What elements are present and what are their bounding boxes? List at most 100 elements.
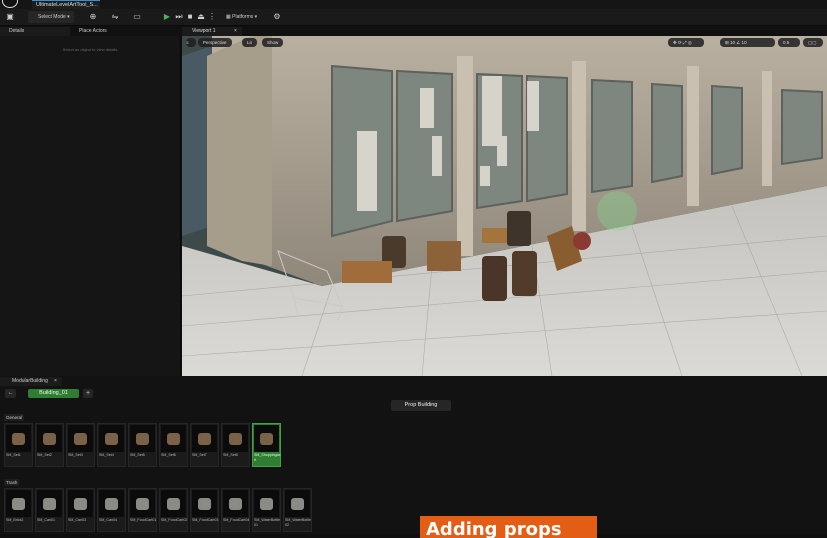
asset-preview-shape xyxy=(105,498,118,510)
asset-thumbnail[interactable]: SM_WaterBottle01 xyxy=(252,488,281,532)
maximize-icon[interactable]: ▢▢ xyxy=(803,38,823,47)
eject-icon[interactable]: ⏏ xyxy=(196,12,206,22)
document-tab[interactable]: UltimateLevelArtTool_S... xyxy=(32,0,100,9)
asset-preview-shape xyxy=(167,498,180,510)
asset-name: SM_Set3 xyxy=(68,453,83,457)
asset-name: SM_Can03 xyxy=(68,518,86,522)
settings-icon[interactable]: ⚙ xyxy=(272,12,282,22)
asset-preview-image xyxy=(223,490,248,517)
tab-place-actors-label: Place Actors xyxy=(79,28,107,34)
asset-preview-shape xyxy=(74,433,87,445)
close-icon[interactable]: × xyxy=(54,377,57,386)
details-empty-hint: Select an object to view details. xyxy=(62,47,119,52)
asset-preview-image xyxy=(37,490,62,517)
asset-preview-image xyxy=(68,425,93,452)
tab-modular-building[interactable]: ModularBuilding × xyxy=(0,377,62,386)
snap-settings[interactable]: ⊞ 10 ∠ 10 xyxy=(720,38,775,47)
close-icon[interactable]: × xyxy=(234,27,237,36)
group-general-label: General xyxy=(4,414,25,421)
asset-thumbnail[interactable]: SM_FoodCart02 xyxy=(159,488,188,532)
stop-icon[interactable]: ■ xyxy=(185,12,195,22)
asset-name: SM_Can04 xyxy=(99,518,117,522)
level-viewport[interactable] xyxy=(182,36,827,376)
asset-preview-image xyxy=(68,490,93,517)
asset-name: SM_FoodCart03 xyxy=(192,518,219,522)
asset-name: SM_Set5 xyxy=(130,453,145,457)
asset-preview-image xyxy=(223,425,248,452)
back-arrow-icon[interactable]: ← xyxy=(5,389,16,398)
asset-thumbnail[interactable]: SM_Set2 xyxy=(35,423,64,467)
asset-name: SM_Set6 xyxy=(161,453,176,457)
asset-preview-image xyxy=(192,490,217,517)
asset-preview-shape xyxy=(136,433,149,445)
asset-name: SM_Set8 xyxy=(223,453,238,457)
tab-details-label: Details xyxy=(9,28,25,34)
asset-name: SM_Can01 xyxy=(37,518,55,522)
asset-preview-shape xyxy=(229,498,242,510)
asset-thumbnail[interactable]: SM_Set1 xyxy=(4,423,33,467)
asset-thumbnail[interactable]: SM_Can01 xyxy=(35,488,64,532)
asset-thumbnail[interactable]: SM_FoodCart04 xyxy=(221,488,250,532)
transform-tools[interactable]: ✥ ⟳ ⤢ ◎ xyxy=(668,38,704,47)
asset-thumbnail[interactable]: SM_FoodCart03 xyxy=(190,488,219,532)
save-icon[interactable]: ▣ xyxy=(5,12,15,22)
perspective-button[interactable]: Perspective xyxy=(198,38,232,47)
asset-thumbnail[interactable]: SM_Set3 xyxy=(66,423,95,467)
asset-preview-image xyxy=(37,425,62,452)
asset-preview-image xyxy=(130,425,155,452)
asset-thumbnail[interactable]: SM_Set4 xyxy=(97,423,126,467)
asset-preview-image xyxy=(285,490,310,517)
asset-preview-shape xyxy=(260,433,273,445)
lit-label: Lit xyxy=(247,40,252,45)
tab-viewport[interactable]: Viewport 1 × xyxy=(182,27,242,36)
asset-name: SM_WaterBottle02 xyxy=(285,518,312,527)
asset-preview-image xyxy=(6,490,31,517)
asset-thumbnail[interactable]: SM_Can03 xyxy=(66,488,95,532)
add-content-icon[interactable]: ⊕ xyxy=(88,12,98,22)
add-building-button[interactable]: + xyxy=(83,389,93,398)
lit-button[interactable]: Lit xyxy=(242,38,257,47)
asset-preview-shape xyxy=(74,498,87,510)
asset-thumbnail[interactable]: SM_Set7 xyxy=(190,423,219,467)
asset-preview-shape xyxy=(43,498,56,510)
asset-thumbnail[interactable]: SM_Brick2 xyxy=(4,488,33,532)
asset-preview-shape xyxy=(229,433,242,445)
asset-thumbnail[interactable]: SM_Shoppingcart xyxy=(252,423,281,467)
asset-name: SM_FoodCart02 xyxy=(161,518,188,522)
play-button[interactable]: ▶ xyxy=(162,12,172,22)
asset-thumbnail[interactable]: SM_Can04 xyxy=(97,488,126,532)
camera-speed[interactable]: 0.5 xyxy=(778,38,800,47)
building-01-button[interactable]: Building_01 xyxy=(28,389,79,398)
show-button[interactable]: Show xyxy=(262,38,284,47)
prop-building-title: Prop Building xyxy=(391,400,451,411)
asset-preview-image xyxy=(161,490,186,517)
modular-building-tab-label: ModularBuilding xyxy=(12,378,48,384)
skip-icon[interactable]: ⏭ xyxy=(174,12,184,22)
asset-preview-shape xyxy=(12,498,25,510)
select-mode-label: Select Mode xyxy=(38,14,66,20)
main-toolbar xyxy=(0,9,827,26)
asset-thumbnail[interactable]: SM_Set6 xyxy=(159,423,188,467)
asset-name: SM_Set1 xyxy=(6,453,21,457)
tab-details[interactable]: Details xyxy=(0,27,70,36)
asset-thumbnail[interactable]: SM_WaterBottle02 xyxy=(283,488,312,532)
asset-preview-image xyxy=(254,490,279,517)
asset-thumbnail[interactable]: SM_Set8 xyxy=(221,423,250,467)
blueprint-icon[interactable]: ⇋ xyxy=(110,12,120,22)
show-label: Show xyxy=(267,40,279,45)
asset-preview-shape xyxy=(167,433,180,445)
platforms-button[interactable]: ▦ Platforms ▾ xyxy=(226,11,257,23)
asset-thumbnail[interactable]: SM_FoodCart01 xyxy=(128,488,157,532)
title-bar xyxy=(0,0,827,9)
asset-name: SM_Set4 xyxy=(99,453,114,457)
tab-place-actors[interactable]: Place Actors xyxy=(70,27,180,36)
asset-preview-shape xyxy=(198,433,211,445)
cinematics-icon[interactable]: ▭ xyxy=(132,12,142,22)
viewport-menu-icon[interactable]: ≡ xyxy=(186,38,196,47)
left-panel xyxy=(0,26,181,376)
asset-thumbnail[interactable]: SM_Set5 xyxy=(128,423,157,467)
document-tab-label: UltimateLevelArtTool_S... xyxy=(36,2,98,8)
asset-preview-image xyxy=(254,425,279,452)
more-options-icon[interactable]: ⋮ xyxy=(207,12,217,22)
select-mode-dropdown[interactable]: Select Mode ▾ xyxy=(28,11,74,23)
